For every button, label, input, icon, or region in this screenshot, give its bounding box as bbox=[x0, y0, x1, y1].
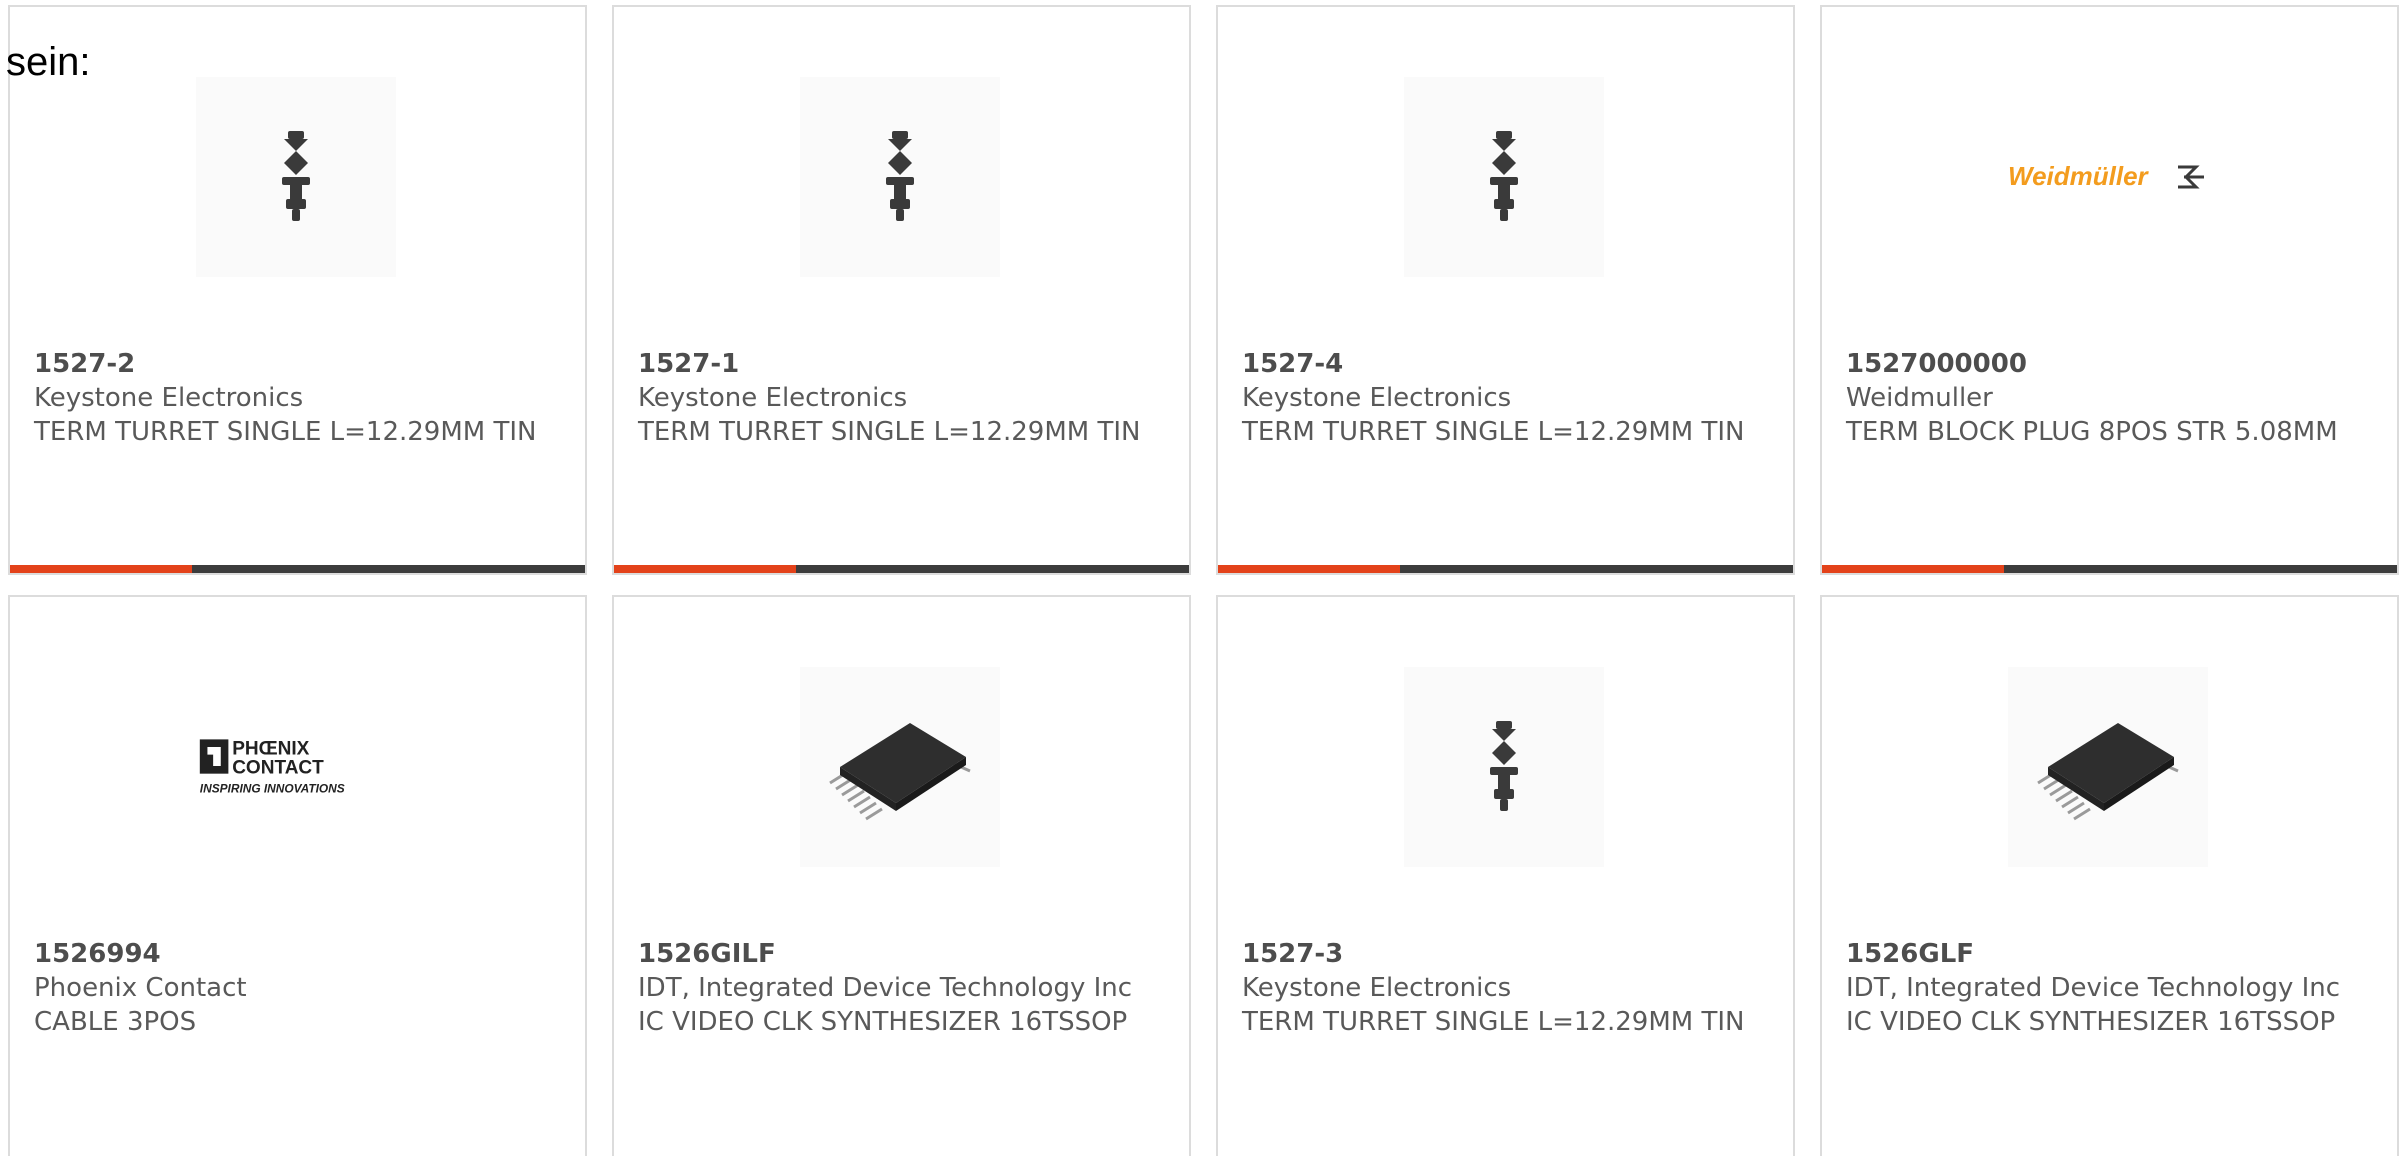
part-number-link[interactable]: 1526994 bbox=[34, 937, 565, 971]
product-description: TERM TURRET SINGLE L=12.29MM TIN bbox=[1242, 417, 1745, 447]
product-info: 1527000000 Weidmuller TERM BLOCK PLUG 8P… bbox=[1846, 347, 2377, 449]
manufacturer-name: IDT, Integrated Device Technology Inc bbox=[638, 973, 1133, 1003]
manufacturer-name: Keystone Electronics bbox=[1242, 973, 1512, 1003]
intro-text: sein: bbox=[6, 40, 91, 84]
manufacturer-name: Keystone Electronics bbox=[1242, 383, 1512, 413]
product-grid: 1527-2 Keystone Electronics TERM TURRET … bbox=[8, 5, 2399, 1156]
product-card[interactable]: 1527-1 Keystone Electronics TERM TURRET … bbox=[612, 5, 1191, 575]
product-card[interactable]: PHŒNIX CONTACT INSPIRING INNOVATIONS 152… bbox=[8, 595, 587, 1156]
product-info: 1526994 Phoenix Contact CABLE 3POS bbox=[34, 937, 565, 1039]
product-card[interactable]: Weidmüller 1527000000 Weidmuller TERM BL… bbox=[1820, 5, 2399, 575]
product-card[interactable]: 1527-3 Keystone Electronics TERM TURRET … bbox=[1216, 595, 1795, 1156]
product-info: 1527-3 Keystone Electronics TERM TURRET … bbox=[1242, 937, 1773, 1039]
product-description: IC VIDEO CLK SYNTHESIZER 16TSSOP bbox=[638, 1007, 1128, 1037]
product-card[interactable]: 1526GLF IDT, Integrated Device Technolog… bbox=[1820, 595, 2399, 1156]
card-accent-bar bbox=[10, 565, 585, 573]
manufacturer-name: IDT, Integrated Device Technology Inc bbox=[1846, 973, 2341, 1003]
product-card[interactable]: 1527-4 Keystone Electronics TERM TURRET … bbox=[1216, 5, 1795, 575]
part-number-link[interactable]: 1526GILF bbox=[638, 937, 1169, 971]
product-info: 1527-1 Keystone Electronics TERM TURRET … bbox=[638, 347, 1169, 449]
part-number-link[interactable]: 1527-1 bbox=[638, 347, 1169, 381]
product-description: IC VIDEO CLK SYNTHESIZER 16TSSOP bbox=[1846, 1007, 2336, 1037]
tssop-chip-icon bbox=[2008, 667, 2208, 867]
product-description: CABLE 3POS bbox=[34, 1007, 197, 1037]
product-description: TERM BLOCK PLUG 8POS STR 5.08MM bbox=[1846, 417, 2338, 447]
card-accent-bar bbox=[614, 565, 1189, 573]
product-description: TERM TURRET SINGLE L=12.29MM TIN bbox=[34, 417, 537, 447]
product-description: TERM TURRET SINGLE L=12.29MM TIN bbox=[638, 417, 1141, 447]
tssop-chip-icon bbox=[800, 667, 1000, 867]
manufacturer-name: Weidmuller bbox=[1846, 383, 1993, 413]
product-description: TERM TURRET SINGLE L=12.29MM TIN bbox=[1242, 1007, 1745, 1037]
product-info: 1526GLF IDT, Integrated Device Technolog… bbox=[1846, 937, 2377, 1039]
product-info: 1526GILF IDT, Integrated Device Technolo… bbox=[638, 937, 1169, 1039]
manufacturer-name: Keystone Electronics bbox=[638, 383, 908, 413]
turret-terminal-icon bbox=[1404, 77, 1604, 277]
card-accent-bar bbox=[1218, 565, 1793, 573]
product-card[interactable]: 1527-2 Keystone Electronics TERM TURRET … bbox=[8, 5, 587, 575]
svg-text:PHŒNIX: PHŒNIX bbox=[232, 739, 309, 760]
product-info: 1527-4 Keystone Electronics TERM TURRET … bbox=[1242, 347, 1773, 449]
weidmuller-logo-text: Weidmüller bbox=[2008, 161, 2150, 191]
part-number-link[interactable]: 1527-2 bbox=[34, 347, 565, 381]
turret-terminal-icon bbox=[800, 77, 1000, 277]
part-number-link[interactable]: 1526GLF bbox=[1846, 937, 2377, 971]
product-info: 1527-2 Keystone Electronics TERM TURRET … bbox=[34, 347, 565, 449]
manufacturer-name: Phoenix Contact bbox=[34, 973, 247, 1003]
turret-terminal-icon bbox=[196, 77, 396, 277]
svg-text:CONTACT: CONTACT bbox=[232, 758, 324, 779]
weidmuller-logo: Weidmüller bbox=[2008, 77, 2208, 277]
product-card[interactable]: 1526GILF IDT, Integrated Device Technolo… bbox=[612, 595, 1191, 1156]
svg-text:INSPIRING INNOVATIONS: INSPIRING INNOVATIONS bbox=[200, 782, 345, 796]
part-number-link[interactable]: 1527-3 bbox=[1242, 937, 1773, 971]
manufacturer-name: Keystone Electronics bbox=[34, 383, 304, 413]
part-number-link[interactable]: 1527000000 bbox=[1846, 347, 2377, 381]
phoenix-contact-logo: PHŒNIX CONTACT INSPIRING INNOVATIONS bbox=[196, 667, 396, 867]
turret-terminal-icon bbox=[1404, 667, 1604, 867]
card-accent-bar bbox=[1822, 565, 2397, 573]
part-number-link[interactable]: 1527-4 bbox=[1242, 347, 1773, 381]
